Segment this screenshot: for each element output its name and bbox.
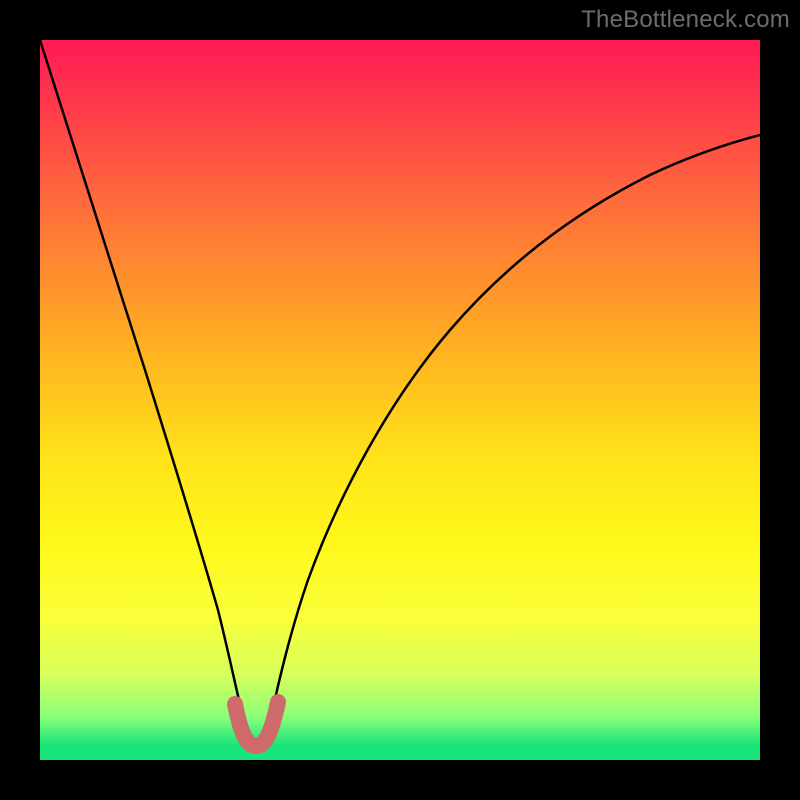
chart-frame: TheBottleneck.com <box>0 0 800 800</box>
chart-svg <box>40 40 760 760</box>
plot-area <box>40 40 760 760</box>
trough-marker <box>235 702 278 746</box>
watermark-text: TheBottleneck.com <box>581 6 790 34</box>
curve-main <box>40 40 760 745</box>
